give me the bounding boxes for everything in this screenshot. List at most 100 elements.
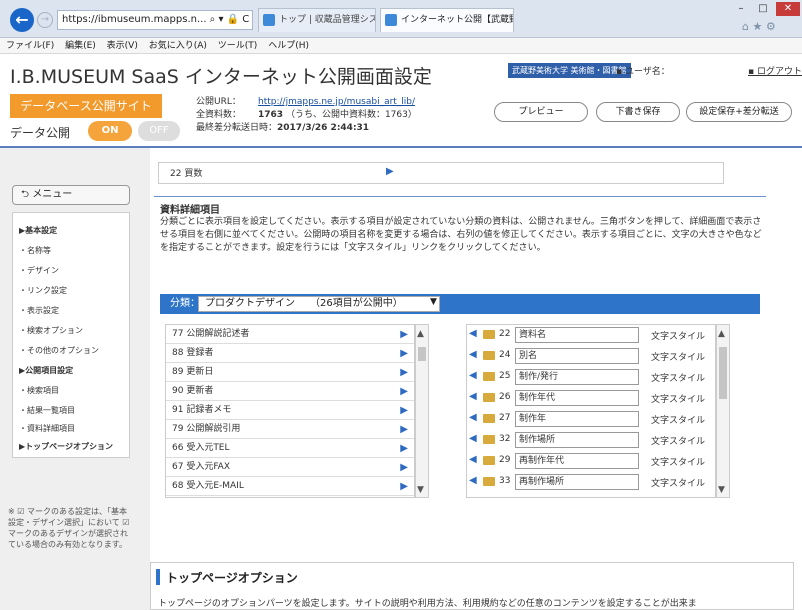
text-style-link[interactable]: 文字スタイル [651, 413, 705, 426]
public-url-link[interactable]: http://jmapps.ne.jp/musabi_art_lib/ [258, 97, 415, 107]
list-item[interactable]: 90 更新者 ▶ [166, 382, 414, 401]
preview-button[interactable]: プレビュー [494, 102, 588, 122]
sidebar-item-design[interactable]: ・デザイン [19, 265, 59, 276]
scrollbar[interactable]: ▲ ▼ [415, 324, 429, 498]
menu-edit[interactable]: 編集(E) [65, 41, 96, 51]
list-item[interactable]: 79 公開解説引用 ▶ [166, 420, 414, 439]
scroll-up-icon[interactable]: ▲ [417, 329, 424, 339]
move-right-icon[interactable]: ▶ [400, 439, 408, 458]
back-arrow-icon[interactable]: ← [10, 8, 34, 32]
database-site-button[interactable]: データベース公開サイト [10, 94, 162, 118]
list-item[interactable]: 91 記録者メモ ▶ [166, 401, 414, 420]
minimize-icon[interactable]: – [730, 2, 752, 16]
menu-file[interactable]: ファイル(F) [6, 41, 54, 51]
publish-off-toggle[interactable]: OFF [138, 121, 180, 141]
list-item[interactable]: 67 受入元FAX ▶ [166, 458, 414, 477]
list-item[interactable]: 77 公開解説記述者 ▶ [166, 325, 414, 344]
menu-favorites[interactable]: お気に入り(A) [149, 41, 207, 51]
sidebar-item-result-fields[interactable]: ・結果一覧項目 [19, 405, 75, 416]
list-item: ◀ 22 資料名 文字スタイル [467, 325, 715, 346]
sidebar-item-basic[interactable]: ▶基本設定 [19, 225, 57, 236]
sidebar-item-search-fields[interactable]: ・検索項目 [19, 385, 59, 396]
field-name-input[interactable]: 別名 [515, 348, 639, 364]
field-name-input[interactable]: 再制作年代 [515, 453, 639, 469]
sidebar-item-other-option[interactable]: ・その他のオプション [19, 345, 99, 356]
home-favorites-settings-icons[interactable]: ⌂ ★ ⚙ [742, 20, 776, 33]
text-style-link[interactable]: 文字スタイル [651, 350, 705, 363]
move-right-icon[interactable]: ▶ [400, 458, 408, 477]
scroll-thumb[interactable] [719, 347, 727, 399]
scroll-up-icon[interactable]: ▲ [718, 329, 725, 339]
page-title: I.B.MUSEUM SaaS インターネット公開画面設定 [10, 66, 432, 88]
move-left-icon[interactable]: ◀ [469, 328, 477, 339]
text-style-link[interactable]: 文字スタイル [651, 371, 705, 384]
field-number: 32 [499, 434, 511, 444]
category-select[interactable]: プロダクトデザイン （26項目が公開中） [198, 296, 440, 312]
list-item: ◀ 33 再制作場所 文字スタイル [467, 472, 715, 493]
move-left-icon[interactable]: ◀ [469, 349, 477, 360]
scroll-thumb[interactable] [418, 347, 426, 361]
text-style-link[interactable]: 文字スタイル [651, 329, 705, 342]
scroll-down-icon[interactable]: ▼ [718, 485, 725, 495]
field-name-input[interactable]: 制作年 [515, 411, 639, 427]
scrollbar[interactable]: ▲ ▼ [716, 324, 730, 498]
list-item: 22 買数 [170, 169, 203, 179]
address-bar[interactable]: https://ibmuseum.mapps.n... ⌕ ▾ 🔒 C [57, 10, 253, 30]
move-left-icon[interactable]: ◀ [469, 391, 477, 402]
move-right-icon[interactable]: ▶ [400, 344, 408, 363]
browser-tab-active[interactable]: インターネット公開【武蔵野美... × [380, 8, 514, 32]
move-left-icon[interactable]: ◀ [469, 433, 477, 444]
sidebar-item-top-page[interactable]: ▶トップページオプション [19, 441, 113, 452]
move-left-icon[interactable]: ◀ [469, 475, 477, 486]
sidebar-item-names[interactable]: ・名称等 [19, 245, 51, 256]
text-style-link[interactable]: 文字スタイル [651, 455, 705, 468]
save-send-button[interactable]: 設定保存+差分転送 [686, 102, 792, 122]
move-left-icon[interactable]: ◀ [469, 454, 477, 465]
list-item[interactable]: 68 受入元E-MAIL ▶ [166, 477, 414, 496]
menu-tools[interactable]: ツール(T) [218, 41, 258, 51]
field-number: 22 [499, 329, 511, 339]
logout-link[interactable]: ▪ ログアウト [748, 64, 802, 77]
scroll-down-icon[interactable]: ▼ [417, 485, 424, 495]
browser-tab[interactable]: トップ | 収蔵品管理システム I.B.... [258, 8, 376, 32]
field-name-input[interactable]: 制作場所 [515, 432, 639, 448]
list-item[interactable]: 88 登録者 ▶ [166, 344, 414, 363]
move-left-icon[interactable]: ◀ [469, 370, 477, 381]
sidebar-item-search-option[interactable]: ・検索オプション [19, 325, 83, 336]
field-number: 29 [499, 455, 511, 465]
menu-view[interactable]: 表示(V) [107, 41, 138, 51]
move-right-icon[interactable]: ▶ [386, 166, 394, 177]
menu-button[interactable]: ⮌ メニュー [12, 185, 130, 205]
move-right-icon[interactable]: ▶ [400, 477, 408, 496]
field-name-input[interactable]: 制作/発行 [515, 369, 639, 385]
field-name-input[interactable]: 資料名 [515, 327, 639, 343]
menu-help[interactable]: ヘルプ(H) [268, 41, 309, 51]
maximize-icon[interactable]: □ [752, 2, 774, 16]
move-left-icon[interactable]: ◀ [469, 412, 477, 423]
draft-save-button[interactable]: 下書き保存 [596, 102, 680, 122]
field-name-input[interactable]: 制作年代 [515, 390, 639, 406]
move-right-icon[interactable]: ▶ [400, 401, 408, 420]
text-style-link[interactable]: 文字スタイル [651, 434, 705, 447]
forward-arrow-icon[interactable]: → [37, 12, 53, 28]
field-name-input[interactable]: 再制作場所 [515, 474, 639, 490]
move-right-icon[interactable]: ▶ [400, 420, 408, 439]
section-title: 資料詳細項目 [160, 205, 220, 216]
list-item: ◀ 26 制作年代 文字スタイル [467, 388, 715, 409]
text-style-link[interactable]: 文字スタイル [651, 392, 705, 405]
move-right-icon[interactable]: ▶ [400, 325, 408, 344]
publish-on-toggle[interactable]: ON [88, 121, 132, 141]
sidebar-item-link[interactable]: ・リンク設定 [19, 285, 67, 296]
sidebar-item-detail-fields[interactable]: ・資料詳細項目 [19, 423, 75, 434]
list-item[interactable]: 89 更新日 ▶ [166, 363, 414, 382]
sidebar-item-display[interactable]: ・表示設定 [19, 305, 59, 316]
publish-label: データ公開 [10, 126, 71, 140]
text-style-link[interactable]: 文字スタイル [651, 476, 705, 489]
move-right-icon[interactable]: ▶ [400, 363, 408, 382]
list-item[interactable]: 66 受入元TEL ▶ [166, 439, 414, 458]
close-icon[interactable]: ✕ [776, 2, 800, 16]
chevron-down-icon[interactable]: ▼ [430, 297, 437, 307]
sidebar-item-public-fields[interactable]: ▶公開項目設定 [19, 365, 73, 376]
field-number: 25 [499, 371, 511, 381]
move-right-icon[interactable]: ▶ [400, 382, 408, 401]
